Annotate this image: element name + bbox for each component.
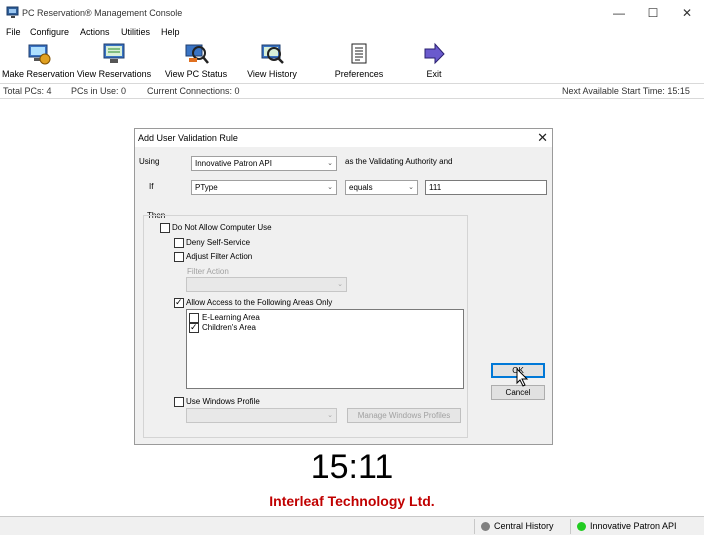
use-windows-profile-checkbox[interactable] <box>174 397 184 407</box>
chevron-down-icon: ⌄ <box>327 184 333 191</box>
compare-value-input[interactable]: 111 <box>425 180 547 195</box>
cancel-button[interactable]: Cancel <box>491 385 545 400</box>
menu-file[interactable]: File <box>6 27 21 37</box>
view-history-label: View History <box>247 69 297 79</box>
if-label: If <box>149 182 154 191</box>
filter-action-label: Filter Action <box>187 267 229 276</box>
central-history-status-icon <box>481 522 490 531</box>
menu-actions[interactable]: Actions <box>80 27 110 37</box>
preferences-button[interactable]: Preferences <box>333 42 385 79</box>
mouse-cursor-icon <box>516 368 529 387</box>
status-divider <box>474 519 475 534</box>
do-not-allow-label: Do Not Allow Computer Use <box>172 223 272 232</box>
menu-utilities[interactable]: Utilities <box>121 27 150 37</box>
windows-profile-select[interactable]: ⌄ <box>186 408 337 423</box>
view-history-button[interactable]: View History <box>243 42 301 79</box>
menu-bar: File Configure Actions Utilities Help <box>0 26 704 40</box>
menu-configure[interactable]: Configure <box>30 27 69 37</box>
pcs-in-use: PCs in Use: 0 <box>71 86 127 96</box>
use-windows-profile-label: Use Windows Profile <box>186 397 260 406</box>
preferences-icon <box>351 43 367 64</box>
brand-logo-text: Interleaf Technology Ltd. <box>269 493 435 509</box>
exit-button[interactable]: Exit <box>418 42 450 79</box>
e-learning-area-label: E-Learning Area <box>202 313 260 322</box>
view-pc-status-icon <box>185 44 209 64</box>
close-icon[interactable]: ✕ <box>670 0 704 26</box>
make-reservation-icon <box>28 44 51 65</box>
minimize-icon[interactable]: — <box>602 0 636 26</box>
exit-arrow-icon <box>424 42 445 65</box>
filter-action-select[interactable]: ⌄ <box>186 277 347 292</box>
view-pc-status-label: View PC Status <box>164 69 228 79</box>
view-pc-status-button[interactable]: View PC Status <box>163 42 229 79</box>
allow-access-label: Allow Access to the Following Areas Only <box>186 298 333 307</box>
authority-text: as the Validating Authority and <box>345 157 453 166</box>
status-row: Total PCs: 4 PCs in Use: 0 Current Conne… <box>0 83 704 99</box>
deny-self-service-label: Deny Self-Service <box>186 238 251 247</box>
patron-api-status-icon <box>577 522 586 531</box>
do-not-allow-checkbox[interactable] <box>160 223 170 233</box>
next-available-start: Next Available Start Time: 15:15 <box>562 86 690 96</box>
bottom-status-bar: Central History Innovative Patron API <box>0 516 704 535</box>
allow-access-checkbox[interactable]: ✓ <box>174 297 184 308</box>
checkmark-icon: ✓ <box>190 322 198 332</box>
compare-value-text: 111 <box>429 183 442 192</box>
menu-help[interactable]: Help <box>161 27 180 37</box>
view-reservations-icon <box>103 43 125 63</box>
using-label: Using <box>139 157 160 166</box>
deny-self-service-checkbox[interactable] <box>174 238 184 248</box>
preferences-label: Preferences <box>334 69 384 79</box>
title-bar: PC Reservation® Management Console — ☐ ✕ <box>0 0 704 26</box>
add-user-validation-rule-dialog: Add User Validation Rule ✕ Using Innovat… <box>134 128 553 445</box>
chevron-down-icon: ⌄ <box>337 281 343 288</box>
operator-select[interactable]: equals ⌄ <box>345 180 418 195</box>
clock-display: 15:11 <box>310 448 394 486</box>
exit-label: Exit <box>426 69 442 79</box>
view-reservations-button[interactable]: View Reservations <box>76 42 152 79</box>
validating-authority-select[interactable]: Innovative Patron API ⌄ <box>191 156 337 171</box>
view-reservations-label: View Reservations <box>76 69 152 79</box>
window-title: PC Reservation® Management Console <box>22 8 183 18</box>
dialog-close-icon[interactable]: ✕ <box>537 130 548 146</box>
validating-authority-value: Innovative Patron API <box>195 159 272 168</box>
childrens-area-checkbox[interactable]: ✓ <box>189 322 199 333</box>
toolbar: Make Reservation View Reservations View … <box>0 40 704 82</box>
childrens-area-label: Children's Area <box>202 323 256 332</box>
view-history-icon <box>261 44 284 64</box>
areas-listbox[interactable]: E-Learning Area ✓ Children's Area <box>186 309 464 389</box>
chevron-down-icon: ⌄ <box>408 184 414 191</box>
adjust-filter-checkbox[interactable] <box>174 252 184 262</box>
dialog-title-bar: Add User Validation Rule ✕ <box>135 129 552 147</box>
status-divider <box>570 519 571 534</box>
dialog-title: Add User Validation Rule <box>138 133 238 143</box>
checkmark-icon: ✓ <box>175 297 183 307</box>
patron-api-label: Innovative Patron API <box>590 521 677 531</box>
make-reservation-button[interactable]: Make Reservation <box>2 42 75 79</box>
chevron-down-icon: ⌄ <box>327 160 333 167</box>
field-value: PType <box>195 183 218 192</box>
operator-value: equals <box>349 183 373 192</box>
manage-windows-profiles-button[interactable]: Manage Windows Profiles <box>347 408 461 423</box>
field-select[interactable]: PType ⌄ <box>191 180 337 195</box>
current-connections: Current Connections: 0 <box>147 86 240 96</box>
make-reservation-label: Make Reservation <box>2 69 75 79</box>
adjust-filter-label: Adjust Filter Action <box>186 252 253 261</box>
app-icon <box>6 6 19 18</box>
chevron-down-icon: ⌄ <box>327 412 333 419</box>
maximize-icon[interactable]: ☐ <box>636 0 670 26</box>
total-pcs: Total PCs: 4 <box>3 86 52 96</box>
central-history-label: Central History <box>494 521 554 531</box>
